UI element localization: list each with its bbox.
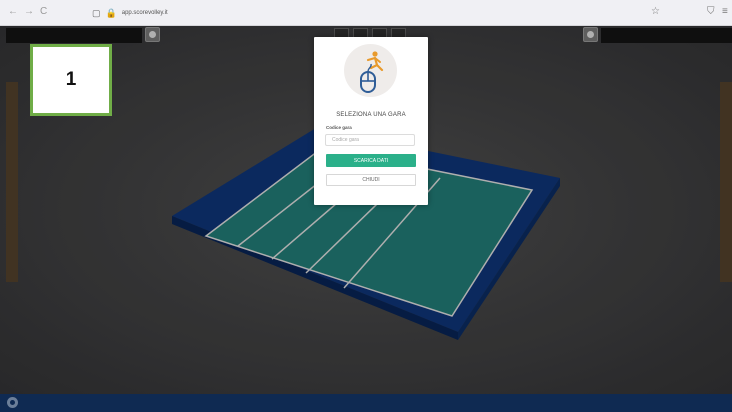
shield-icon[interactable]: ⛉ <box>707 7 715 17</box>
lock-icon: 🔒 <box>105 8 117 18</box>
logo-graphic <box>360 51 384 93</box>
match-code-label: Codice gara <box>326 125 352 130</box>
bottom-toolbar <box>0 394 732 412</box>
bookmark-star-icon[interactable]: ☆ <box>651 7 660 17</box>
close-button[interactable]: CHIUDI <box>326 174 416 186</box>
settings-gear-icon[interactable] <box>7 397 18 408</box>
url-text[interactable]: app.scorevolley.it <box>122 10 168 16</box>
download-data-button[interactable]: SCARICA DATI <box>326 154 416 167</box>
step-number: 1 <box>65 69 77 90</box>
select-match-dialog: SELEZIONA UNA GARA Codice gara SCARICA D… <box>314 37 428 205</box>
menu-icon[interactable]: ≡ <box>722 7 728 17</box>
browser-toolbar: ← → C ▢ 🔒 app.scorevolley.it ☆ ⛉ ≡ <box>0 0 732 26</box>
dialog-title: SELEZIONA UNA GARA <box>336 112 406 118</box>
match-code-input[interactable] <box>325 134 415 146</box>
reload-icon[interactable]: C <box>40 7 47 17</box>
forward-icon[interactable]: → <box>24 7 34 17</box>
back-icon[interactable]: ← <box>8 7 18 17</box>
address-bar[interactable]: ▢ 🔒 app.scorevolley.it <box>92 6 168 20</box>
step-number-badge: 1 <box>30 44 112 116</box>
mouse-player-logo-icon <box>344 44 397 97</box>
page-icon: ▢ <box>92 8 101 18</box>
